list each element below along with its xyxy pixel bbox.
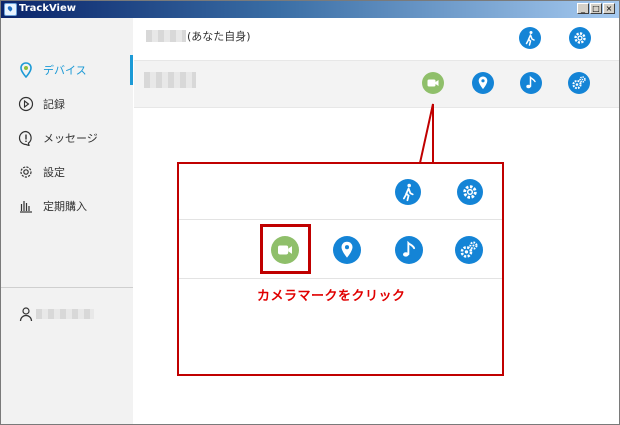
callout-instruction-text: カメラマークをクリック — [257, 289, 406, 304]
gear-icon — [18, 164, 34, 180]
active-indicator — [130, 55, 133, 85]
sidebar-item-label: 定期購入 — [43, 200, 87, 213]
instruction-callout: カメラマークをクリック — [177, 162, 504, 376]
close-button[interactable]: × — [603, 3, 615, 14]
gears-icon — [455, 236, 483, 264]
walk-icon[interactable] — [519, 27, 541, 49]
sidebar-item-label: メッセージ — [43, 132, 98, 145]
location-pin-icon[interactable] — [472, 72, 494, 94]
play-circle-icon — [18, 96, 34, 112]
gear-icon[interactable] — [569, 27, 591, 49]
sidebar-divider — [1, 287, 133, 288]
camera-highlight-box — [260, 224, 311, 274]
music-note-icon[interactable] — [520, 72, 542, 94]
device-label: (あなた自身) — [187, 30, 251, 43]
callout-row-divider — [179, 219, 502, 220]
message-icon — [18, 130, 34, 147]
gear-icon — [457, 179, 483, 205]
device-name-redacted — [146, 30, 186, 42]
sidebar-item-messages[interactable]: メッセージ — [1, 123, 133, 153]
user-icon — [18, 306, 34, 322]
sidebar: デバイス 記録 メッセージ 設定 定期購入 — [1, 18, 133, 424]
maximize-button[interactable]: □ — [590, 3, 602, 14]
device-row-2[interactable] — [134, 60, 619, 108]
minimize-button[interactable]: _ — [577, 3, 589, 14]
username-redacted — [36, 309, 94, 319]
music-note-icon — [395, 236, 423, 264]
sidebar-item-subscription[interactable]: 定期購入 — [1, 191, 133, 221]
sidebar-item-label: 設定 — [43, 166, 65, 179]
sidebar-item-records[interactable]: 記録 — [1, 89, 133, 119]
sidebar-item-label: デバイス — [43, 64, 87, 77]
location-pin-icon — [333, 236, 361, 264]
device-row-self[interactable]: (あなた自身) — [134, 18, 619, 60]
app-logo-icon — [4, 3, 17, 16]
location-pin-icon — [18, 62, 34, 79]
title-bar: TrackView _ □ × — [1, 1, 619, 18]
callout-row-divider — [179, 278, 502, 279]
sidebar-item-label: 記録 — [43, 98, 65, 111]
account-item[interactable] — [1, 303, 133, 333]
chart-bars-icon — [18, 198, 34, 214]
camera-icon[interactable] — [422, 72, 444, 94]
gears-icon[interactable] — [568, 72, 590, 94]
device-name-redacted — [144, 72, 196, 88]
window-title: TrackView — [19, 3, 76, 14]
sidebar-item-settings[interactable]: 設定 — [1, 157, 133, 187]
walk-icon — [395, 179, 421, 205]
sidebar-item-devices[interactable]: デバイス — [1, 55, 133, 85]
